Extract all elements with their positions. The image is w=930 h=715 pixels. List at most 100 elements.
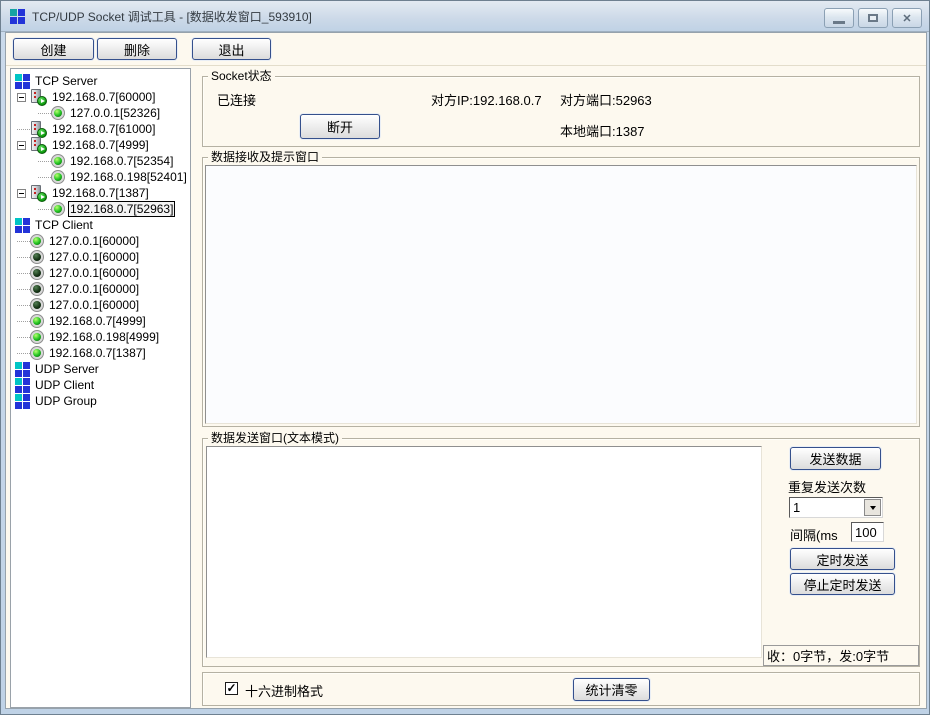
connection-active-icon <box>51 202 65 216</box>
minimize-button[interactable] <box>824 8 854 28</box>
delete-button[interactable]: 删除 <box>97 38 177 60</box>
tree-connector-line <box>17 353 30 354</box>
category-squares-icon <box>15 394 30 409</box>
disconnect-button[interactable]: 断开 <box>300 114 380 139</box>
tree-connector-line <box>17 321 30 322</box>
tree-item[interactable]: 192.168.0.7[4999] <box>11 313 190 329</box>
server-icon <box>30 137 47 153</box>
server-icon <box>30 185 47 201</box>
timed-send-button[interactable]: 定时发送 <box>790 548 895 570</box>
connection-inactive-icon <box>30 266 44 280</box>
tree-item[interactable]: 192.168.0.7[60000] <box>11 89 190 105</box>
tree-item[interactable]: 192.168.0.198[4999] <box>11 329 190 345</box>
tree-item[interactable]: 127.0.0.1[60000] <box>11 265 190 281</box>
socket-status-group-title: Socket状态 <box>208 69 275 83</box>
close-button[interactable]: ✕ <box>892 8 922 28</box>
tree-connector-line <box>17 289 30 290</box>
restore-button[interactable] <box>858 8 888 28</box>
tree-item[interactable]: 127.0.0.1[52326] <box>11 105 190 121</box>
tree-item[interactable]: UDP Group <box>11 393 190 409</box>
tree-item-label: 127.0.0.1[60000] <box>48 282 140 296</box>
connection-state: 已连接 <box>217 90 256 109</box>
title-bar: TCP/UDP Socket 调试工具 - [数据收发窗口_593910] ✕ <box>1 1 929 32</box>
tree-connector-line <box>38 161 51 162</box>
app-window: TCP/UDP Socket 调试工具 - [数据收发窗口_593910] ✕ … <box>0 0 930 715</box>
tree-item[interactable]: 192.168.0.7[52963] <box>11 201 190 217</box>
tree-connector-line <box>17 273 30 274</box>
tree-item-label: 192.168.0.7[1387] <box>48 346 147 360</box>
repeat-count-combobox[interactable]: 1 <box>789 497 883 518</box>
tree-connector-line <box>17 337 30 338</box>
tree-connector-line <box>38 113 51 114</box>
tree-item[interactable]: UDP Server <box>11 361 190 377</box>
tree-collapse-icon[interactable] <box>17 141 26 150</box>
category-squares-icon <box>15 218 30 233</box>
tree-item[interactable]: 192.168.0.7[52354] <box>11 153 190 169</box>
combobox-dropdown-icon[interactable] <box>864 499 881 516</box>
tree-item[interactable]: 192.168.0.7[1387] <box>11 185 190 201</box>
tree-item[interactable]: 127.0.0.1[60000] <box>11 281 190 297</box>
tree-item-label: 127.0.0.1[52326] <box>69 106 161 120</box>
receive-group: 数据接收及提示窗口 <box>202 157 920 427</box>
hex-format-checkbox[interactable]: ✓ <box>225 682 238 695</box>
byte-stats: 收：0字节，发:0字节 <box>763 645 919 666</box>
tree-item-label: UDP Group <box>34 394 98 408</box>
category-squares-icon <box>15 74 30 89</box>
receive-textarea[interactable] <box>205 165 917 424</box>
send-textarea[interactable] <box>206 446 762 658</box>
tree-item-label: TCP Server <box>34 74 98 88</box>
clear-stats-button[interactable]: 统计清零 <box>573 678 650 701</box>
tree-item-label: 192.168.0.7[61000] <box>51 122 156 136</box>
connection-active-icon <box>30 330 44 344</box>
stop-timed-send-button[interactable]: 停止定时发送 <box>790 573 895 595</box>
tree-item-label: 127.0.0.1[60000] <box>48 234 140 248</box>
tree-item-label: 192.168.0.198[52401] <box>69 170 188 184</box>
tree-connector-line <box>17 305 30 306</box>
tree-item[interactable]: TCP Server <box>11 73 190 89</box>
window-title: TCP/UDP Socket 调试工具 - [数据收发窗口_593910] <box>32 8 312 25</box>
tree-connector-line <box>38 177 51 178</box>
tree-item[interactable]: 127.0.0.1[60000] <box>11 233 190 249</box>
tree-item-label: 192.168.0.7[4999] <box>48 314 147 328</box>
connection-active-icon <box>51 170 65 184</box>
tree-item-label: 192.168.0.7[52354] <box>69 154 174 168</box>
category-squares-icon <box>15 362 30 377</box>
connection-inactive-icon <box>30 298 44 312</box>
tree-item-label: 127.0.0.1[60000] <box>48 266 140 280</box>
tree-item[interactable]: TCP Client <box>11 217 190 233</box>
connection-active-icon <box>30 234 44 248</box>
tree-item[interactable]: UDP Client <box>11 377 190 393</box>
create-button[interactable]: 创建 <box>13 38 94 60</box>
exit-button[interactable]: 退出 <box>192 38 271 60</box>
tree-item-label: 192.168.0.198[4999] <box>48 330 160 344</box>
tree-item[interactable]: 192.168.0.7[4999] <box>11 137 190 153</box>
connection-active-icon <box>51 106 65 120</box>
repeat-count-value: 1 <box>790 500 864 515</box>
send-group-title: 数据发送窗口(文本模式) <box>208 431 342 445</box>
minimize-icon <box>833 21 845 24</box>
tree-collapse-icon[interactable] <box>17 189 26 198</box>
receive-group-title: 数据接收及提示窗口 <box>208 150 322 164</box>
peer-port-label: 对方端口:52963 <box>560 90 652 109</box>
tree-item-label: TCP Client <box>34 218 94 232</box>
send-data-button[interactable]: 发送数据 <box>790 447 881 470</box>
client-area: 创建 删除 退出 TCP Server192.168.0.7[60000]127… <box>5 32 927 709</box>
tree-item[interactable]: 192.168.0.7[1387] <box>11 345 190 361</box>
connection-active-icon <box>30 314 44 328</box>
tree-connector-line <box>17 241 30 242</box>
interval-input[interactable] <box>851 522 884 542</box>
tree-collapse-icon[interactable] <box>17 93 26 102</box>
tree-connector-line <box>17 257 30 258</box>
tree-item[interactable]: 192.168.0.198[52401] <box>11 169 190 185</box>
tree-connector-line <box>17 129 30 130</box>
connection-active-icon <box>30 346 44 360</box>
server-icon <box>30 89 47 105</box>
socket-status-group: Socket状态 已连接 对方IP:192.168.0.7 对方端口:52963… <box>202 76 920 147</box>
connection-inactive-icon <box>30 250 44 264</box>
app-logo-icon <box>10 9 25 24</box>
tree-item[interactable]: 192.168.0.7[61000] <box>11 121 190 137</box>
tree-item[interactable]: 127.0.0.1[60000] <box>11 297 190 313</box>
tree-item[interactable]: 127.0.0.1[60000] <box>11 249 190 265</box>
connection-tree[interactable]: TCP Server192.168.0.7[60000]127.0.0.1[52… <box>10 68 191 708</box>
tree-connector-line <box>38 209 51 210</box>
